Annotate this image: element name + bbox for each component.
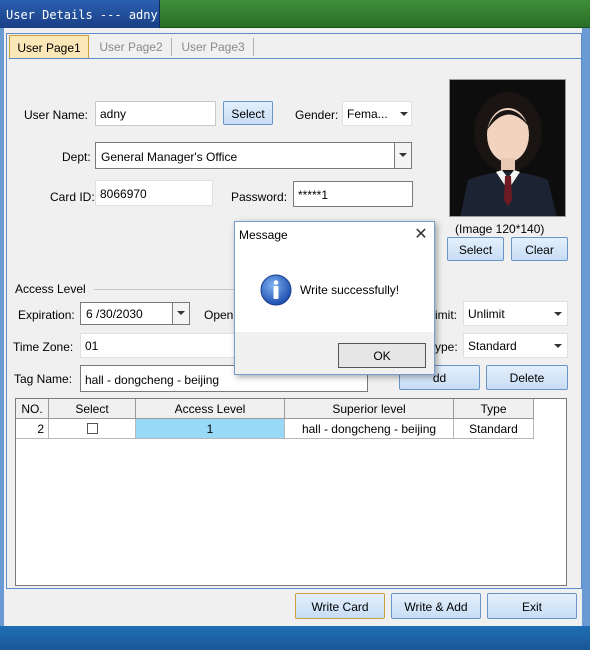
table-cell-superior-level[interactable]: hall - dongcheng - beijing — [285, 419, 454, 439]
window-border-right — [582, 28, 590, 626]
open-label: Open — [204, 308, 234, 322]
gender-label: Gender: — [295, 108, 339, 122]
tab-divider — [253, 38, 254, 56]
expiration-dropdown-button[interactable] — [172, 303, 189, 324]
dialog-title: Message — [239, 228, 288, 242]
time-zone-input[interactable]: 01 — [80, 333, 240, 358]
title-bar: User Details --- adny — [0, 0, 590, 28]
exit-button[interactable]: Exit — [487, 593, 577, 619]
tab-underline — [9, 58, 581, 59]
dialog-footer: OK — [235, 332, 434, 374]
window-title: User Details --- adny — [0, 0, 160, 28]
expiration-date-picker[interactable]: 6 /30/2030 — [80, 302, 190, 325]
dialog-message: Write successfully! — [300, 283, 400, 297]
tab-user-page3[interactable]: User Page3 — [173, 35, 253, 59]
table-cell-access-level[interactable]: 1 — [136, 419, 285, 439]
write-and-add-button[interactable]: Write & Add — [391, 593, 481, 619]
write-card-button[interactable]: Write Card — [295, 593, 385, 619]
limit-label: imit: — [435, 308, 457, 322]
table-cell-no[interactable]: 2 — [16, 419, 49, 439]
chevron-down-icon[interactable] — [554, 312, 562, 316]
time-zone-label: Time Zone: — [13, 340, 74, 354]
type-select[interactable]: Standard — [463, 333, 568, 358]
tab-user-page2[interactable]: User Page2 — [91, 35, 171, 59]
expiration-value: 6 /30/2030 — [86, 307, 143, 321]
tab-divider — [171, 38, 172, 56]
dept-dropdown-button[interactable] — [394, 143, 411, 168]
column-header-access-level[interactable]: Access Level — [136, 399, 285, 419]
delete-button[interactable]: Delete — [486, 365, 568, 390]
tab-user-page1[interactable]: User Page1 — [9, 35, 89, 59]
section-divider — [94, 289, 236, 290]
image-size-caption: (Image 120*140) — [455, 222, 545, 236]
gender-value: Fema... — [347, 107, 388, 121]
user-name-label: User Name: — [24, 108, 89, 122]
chevron-down-icon — [177, 311, 185, 315]
table-cell-type[interactable]: Standard — [454, 419, 534, 439]
password-input[interactable]: *****1 — [293, 181, 413, 207]
dept-value: General Manager's Office — [101, 150, 238, 164]
user-name-input[interactable]: adny — [95, 101, 216, 126]
chevron-down-icon[interactable] — [400, 112, 408, 116]
select-user-button[interactable]: Select — [223, 101, 273, 125]
bottom-bar — [0, 626, 590, 650]
access-level-table: NO. Select Access Level Superior level T… — [15, 398, 567, 586]
column-header-superior-level[interactable]: Superior level — [285, 399, 454, 419]
column-header-select[interactable]: Select — [49, 399, 136, 419]
type-label: ype: — [435, 340, 458, 354]
limit-select[interactable]: Unlimit — [463, 301, 568, 326]
chevron-down-icon[interactable] — [554, 344, 562, 348]
type-value: Standard — [468, 339, 517, 353]
dept-label: Dept: — [62, 150, 91, 164]
column-header-no[interactable]: NO. — [16, 399, 49, 419]
card-id-label: Card ID: — [50, 190, 95, 204]
dept-select[interactable]: General Manager's Office — [95, 142, 412, 169]
password-label: Password: — [231, 190, 288, 204]
ok-button[interactable]: OK — [338, 343, 426, 368]
portrait-image — [450, 80, 565, 216]
expiration-label: Expiration: — [18, 308, 75, 322]
access-level-section-label: Access Level — [15, 282, 86, 296]
column-header-type[interactable]: Type — [454, 399, 534, 419]
card-id-input[interactable]: 8066970 — [95, 180, 213, 206]
photo-clear-button[interactable]: Clear — [511, 237, 568, 261]
table-cell-select[interactable] — [49, 419, 136, 439]
user-photo — [449, 79, 566, 217]
window-border-left — [0, 28, 4, 626]
row-select-checkbox[interactable] — [87, 423, 98, 434]
tag-name-label: Tag Name: — [14, 372, 73, 386]
info-icon — [260, 274, 292, 306]
photo-select-button[interactable]: Select — [447, 237, 504, 261]
message-dialog: Message ✕ Write successfully! OK — [234, 221, 435, 375]
close-icon[interactable]: ✕ — [409, 224, 433, 246]
limit-value: Unlimit — [468, 307, 505, 321]
chevron-down-icon — [399, 153, 407, 157]
tag-name-value: hall - dongcheng - beijing — [85, 373, 220, 387]
